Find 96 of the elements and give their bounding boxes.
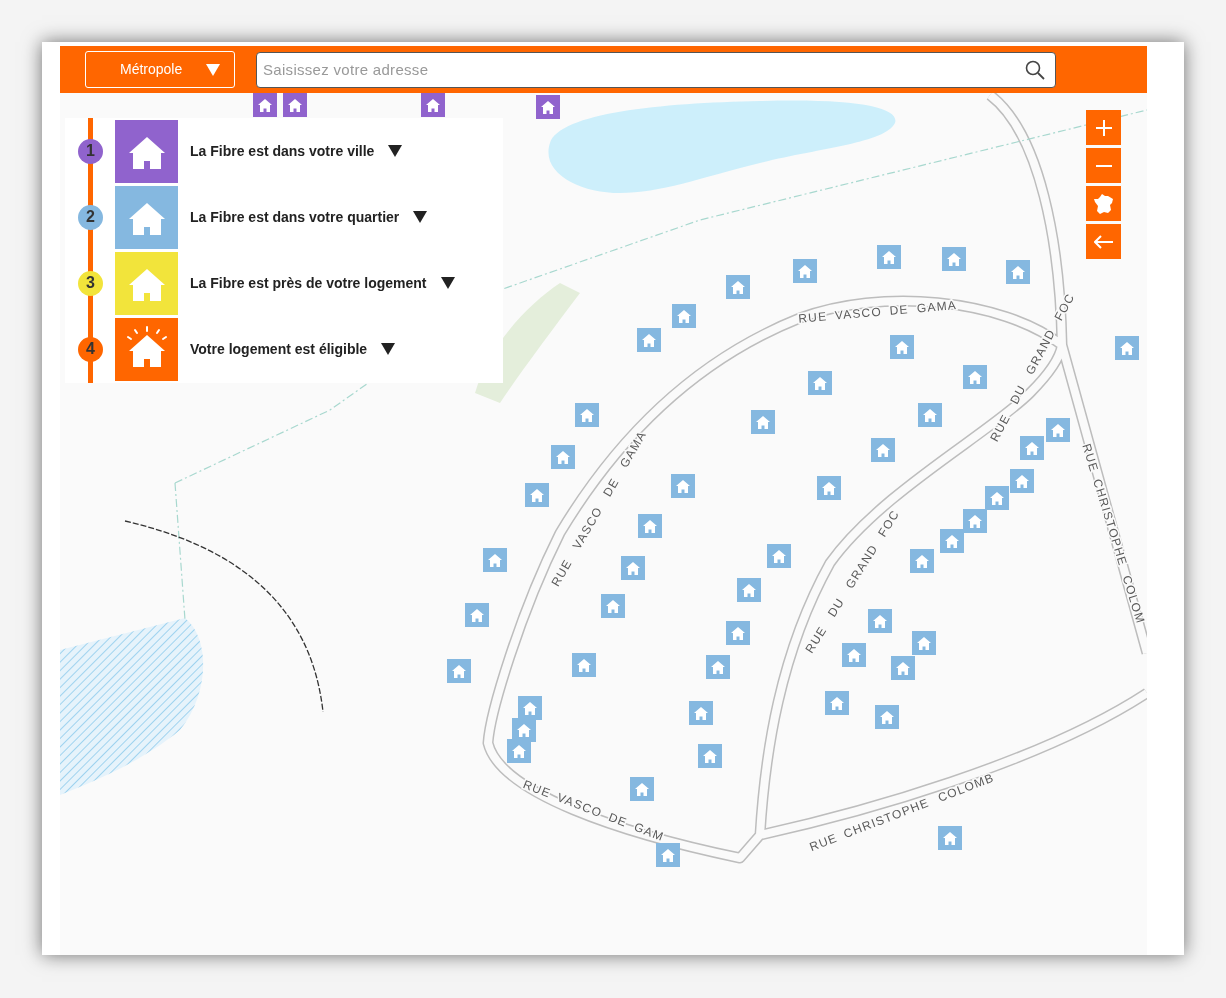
house-marker[interactable] xyxy=(421,93,445,117)
house-marker[interactable] xyxy=(253,93,277,117)
step-number: 1 xyxy=(78,138,103,164)
house-marker[interactable] xyxy=(751,410,775,434)
street-label: DU xyxy=(1007,382,1029,407)
street-label: RUE xyxy=(807,830,840,855)
house-marker[interactable] xyxy=(465,603,489,627)
house-marker[interactable] xyxy=(518,696,542,720)
house-marker[interactable] xyxy=(910,549,934,573)
house-marker[interactable] xyxy=(572,653,596,677)
stage-tile[interactable] xyxy=(115,317,178,381)
caret-icon xyxy=(440,277,455,289)
house-marker[interactable] xyxy=(767,544,791,568)
house-marker[interactable] xyxy=(918,403,942,427)
street-label: VASCO xyxy=(834,304,883,323)
house-marker[interactable] xyxy=(726,275,750,299)
search-field[interactable]: Saisissez votre adresse xyxy=(256,51,1056,88)
house-marker[interactable] xyxy=(737,578,761,602)
stage-tile[interactable] xyxy=(115,119,178,183)
house-marker[interactable] xyxy=(483,548,507,572)
caret-icon xyxy=(381,343,396,355)
stage-label[interactable]: Votre logement est éligible xyxy=(190,338,368,360)
house-marker[interactable] xyxy=(891,656,915,680)
caret-icon xyxy=(206,63,220,76)
house-marker[interactable] xyxy=(877,245,901,269)
caret-icon xyxy=(388,145,403,157)
stage-label[interactable]: La Fibre est près de votre logement xyxy=(190,272,427,294)
street-label: GAM xyxy=(632,819,667,844)
house-marker[interactable] xyxy=(689,701,713,725)
house-marker[interactable] xyxy=(1046,418,1070,442)
house-marker[interactable] xyxy=(672,304,696,328)
house-marker[interactable] xyxy=(536,95,560,119)
step-number: 3 xyxy=(78,270,103,296)
stage-tile[interactable] xyxy=(115,185,178,249)
zoom-out-button[interactable] xyxy=(1086,148,1121,183)
house-marker[interactable] xyxy=(825,691,849,715)
street-label: RUE xyxy=(797,309,828,326)
house-marker[interactable] xyxy=(551,445,575,469)
search-icon[interactable] xyxy=(1024,58,1046,81)
house-marker[interactable] xyxy=(1115,336,1139,360)
house-marker[interactable] xyxy=(808,371,832,395)
street-label: DE xyxy=(889,302,910,318)
house-marker[interactable] xyxy=(817,476,841,500)
zoom-in-button[interactable] xyxy=(1086,110,1121,145)
house-marker[interactable] xyxy=(601,594,625,618)
house-marker[interactable] xyxy=(1010,469,1034,493)
house-marker[interactable] xyxy=(638,514,662,538)
house-marker[interactable] xyxy=(525,483,549,507)
street-label: FOC xyxy=(1051,290,1078,323)
street-label: DE xyxy=(600,475,622,500)
house-marker[interactable] xyxy=(875,705,899,729)
house-marker[interactable] xyxy=(630,777,654,801)
stage-label[interactable]: La Fibre est dans votre quartier xyxy=(190,206,400,228)
street-label: DU xyxy=(825,595,848,620)
house-marker[interactable] xyxy=(507,739,531,763)
step-number: 4 xyxy=(78,336,103,362)
stage-tile[interactable] xyxy=(115,251,178,315)
house-marker[interactable] xyxy=(793,259,817,283)
house-marker[interactable] xyxy=(575,403,599,427)
minus-icon xyxy=(1094,163,1113,168)
street-label: RUE xyxy=(521,777,554,801)
street-label: DE xyxy=(606,810,630,830)
street-label: GAMA xyxy=(916,297,958,316)
house-marker[interactable] xyxy=(698,744,722,768)
house-marker[interactable] xyxy=(938,826,962,850)
house-marker[interactable] xyxy=(283,93,307,117)
france-map-icon xyxy=(1092,192,1115,215)
street-label: RUE xyxy=(987,411,1014,444)
house-marker[interactable] xyxy=(1006,260,1030,284)
france-view-button[interactable] xyxy=(1086,186,1121,221)
stage-label[interactable]: La Fibre est dans votre ville xyxy=(190,140,375,162)
house-marker[interactable] xyxy=(963,509,987,533)
house-marker[interactable] xyxy=(637,328,661,352)
house-marker[interactable] xyxy=(985,486,1009,510)
house-marker[interactable] xyxy=(1020,436,1044,460)
house-marker[interactable] xyxy=(871,438,895,462)
house-marker[interactable] xyxy=(512,718,536,742)
house-marker[interactable] xyxy=(940,529,964,553)
house-marker[interactable] xyxy=(912,631,936,655)
street-label: RUE xyxy=(1079,442,1102,474)
plus-icon xyxy=(1094,118,1113,137)
house-marker[interactable] xyxy=(842,643,866,667)
house-marker[interactable] xyxy=(621,556,645,580)
house-marker[interactable] xyxy=(447,659,471,683)
back-button[interactable] xyxy=(1086,224,1121,259)
arrow-left-icon xyxy=(1093,234,1114,249)
house-marker[interactable] xyxy=(656,843,680,867)
step-number: 2 xyxy=(78,204,103,230)
caret-icon xyxy=(413,211,428,223)
house-marker[interactable] xyxy=(671,474,695,498)
house-marker[interactable] xyxy=(726,621,750,645)
house-marker[interactable] xyxy=(963,365,987,389)
house-marker[interactable] xyxy=(706,655,730,679)
house-marker[interactable] xyxy=(890,335,914,359)
house-marker[interactable] xyxy=(868,609,892,633)
house-marker[interactable] xyxy=(942,247,966,271)
